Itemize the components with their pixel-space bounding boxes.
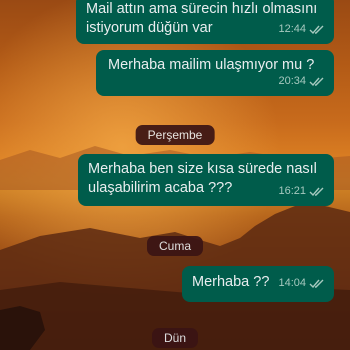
read-icon: [309, 25, 324, 35]
outgoing-message[interactable]: Merhaba ben size kısa sürede nasıl ulaşa…: [78, 154, 334, 206]
outgoing-message[interactable]: Mail attın ama sürecin hızlı olmasını is…: [76, 0, 334, 44]
message-time: 16:21: [278, 185, 306, 197]
message-meta: 14:04: [278, 274, 325, 293]
read-icon: [309, 279, 324, 289]
message-meta: 16:21: [278, 182, 325, 201]
message-time: 14:04: [278, 277, 306, 289]
message-meta: 12:44: [278, 20, 325, 39]
outgoing-message[interactable]: Merhaba mailim ulaşmıyor mu ? 20:34: [96, 50, 334, 96]
date-separator: Dün: [151, 328, 199, 348]
date-separator: Perşembe: [135, 125, 215, 145]
outgoing-message[interactable]: Merhaba ?? 14:04: [182, 266, 334, 302]
message-meta: 20:34: [278, 72, 325, 91]
message-time: 12:44: [278, 23, 306, 35]
date-separator: Cuma: [146, 236, 204, 256]
read-icon: [309, 77, 324, 87]
message-time: 20:34: [278, 75, 306, 87]
read-icon: [309, 187, 324, 197]
